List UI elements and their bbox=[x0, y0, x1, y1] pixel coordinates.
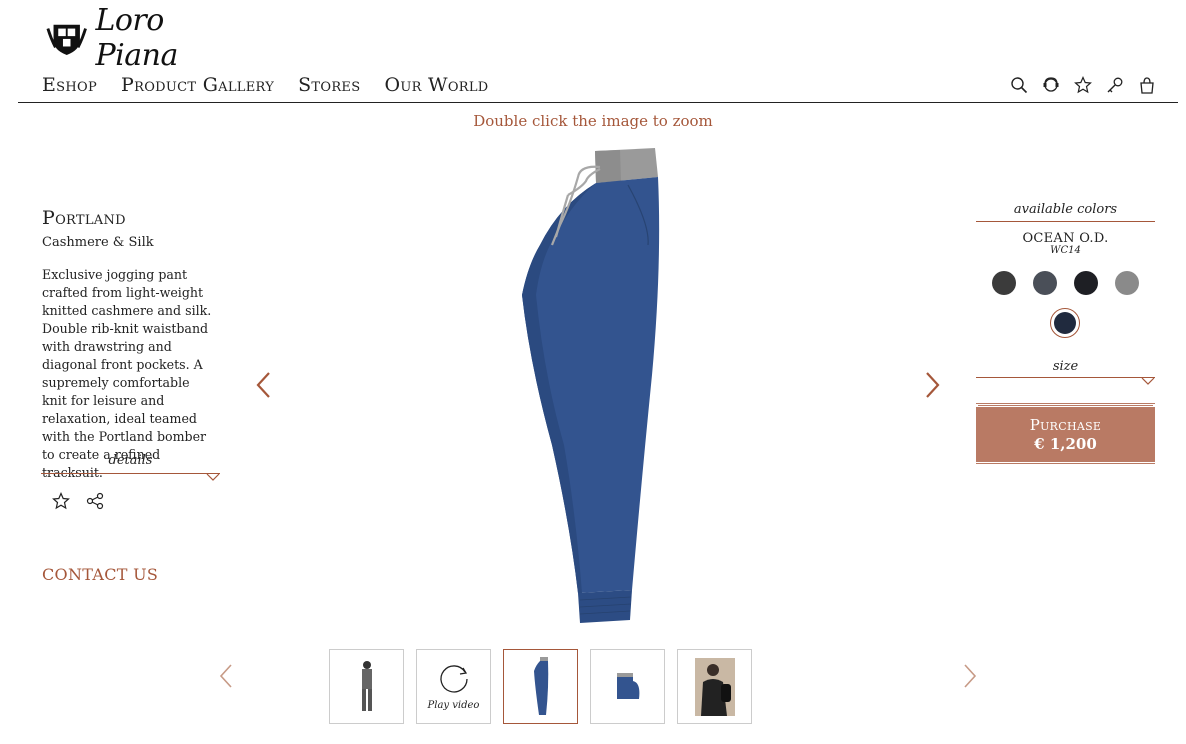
prev-image-arrow-icon[interactable] bbox=[254, 370, 274, 400]
product-description: Exclusive jogging pant crafted from ligh… bbox=[42, 267, 212, 480]
crest-icon bbox=[46, 24, 87, 55]
nav-product-gallery[interactable]: Product Gallery bbox=[121, 74, 274, 96]
zoom-hint: Double click the image to zoom bbox=[473, 112, 713, 130]
play-video-label: Play video bbox=[427, 700, 480, 711]
thumbnail-pants-folded[interactable] bbox=[590, 649, 665, 724]
product-material: Cashmere & Silk bbox=[42, 235, 154, 250]
play-video-icon bbox=[439, 665, 468, 693]
available-colors-label: available colors bbox=[976, 202, 1155, 222]
color-swatch[interactable] bbox=[1115, 271, 1139, 295]
product-image[interactable] bbox=[500, 145, 680, 627]
thumbnail-pants-side[interactable] bbox=[503, 649, 578, 724]
key-icon[interactable] bbox=[1106, 76, 1124, 94]
search-icon[interactable] bbox=[1010, 76, 1028, 94]
size-selector[interactable]: size bbox=[976, 359, 1155, 385]
thumbnail-model-full[interactable] bbox=[329, 649, 404, 724]
nav-eshop[interactable]: Eshop bbox=[42, 74, 97, 96]
chevron-down-icon bbox=[1141, 377, 1155, 385]
brand-logo[interactable]: Loro Piana bbox=[46, 3, 246, 73]
assistant-icon[interactable] bbox=[1042, 76, 1060, 94]
pants-folded-image bbox=[616, 672, 639, 699]
purchase-label: Purchase bbox=[1029, 416, 1102, 434]
thumbnail-play-video[interactable]: Play video bbox=[416, 649, 491, 724]
product-actions bbox=[52, 492, 104, 514]
purchase-button[interactable]: Purchase € 1,200 bbox=[976, 407, 1155, 462]
thumbs-prev-arrow-icon[interactable] bbox=[218, 663, 234, 689]
color-swatch[interactable] bbox=[1074, 271, 1098, 295]
pants-side-image bbox=[533, 656, 548, 715]
model-close-image bbox=[694, 657, 735, 716]
details-toggle[interactable]: details bbox=[41, 453, 220, 481]
selected-color-code: WC14 bbox=[1050, 245, 1081, 256]
nav-our-world[interactable]: Our World bbox=[384, 74, 488, 96]
selected-color-name: OCEAN O.D. bbox=[1022, 231, 1109, 246]
thumbs-next-arrow-icon[interactable] bbox=[962, 663, 978, 689]
size-label: size bbox=[1052, 359, 1079, 374]
share-icon[interactable] bbox=[86, 492, 104, 514]
wishlist-star-icon[interactable] bbox=[52, 492, 70, 514]
color-swatch[interactable] bbox=[992, 271, 1016, 295]
header-divider bbox=[18, 102, 1178, 103]
color-swatch-selected[interactable] bbox=[1050, 308, 1080, 338]
model-full-image bbox=[361, 660, 372, 711]
details-label: details bbox=[108, 453, 153, 468]
header-icons bbox=[1010, 76, 1156, 94]
purchase-border-bottom bbox=[976, 463, 1155, 464]
color-swatch-fill bbox=[1054, 312, 1076, 334]
chevron-down-icon bbox=[206, 473, 220, 481]
nav-stores[interactable]: Stores bbox=[298, 74, 360, 96]
star-icon[interactable] bbox=[1074, 76, 1092, 94]
next-image-arrow-icon[interactable] bbox=[922, 370, 942, 400]
color-swatch[interactable] bbox=[1033, 271, 1057, 295]
main-nav: Eshop Product Gallery Stores Our World bbox=[42, 74, 489, 96]
purchase-price: € 1,200 bbox=[1034, 435, 1097, 453]
bag-icon[interactable] bbox=[1138, 76, 1156, 94]
brand-name: Loro Piana bbox=[95, 3, 178, 73]
purchase-border-top bbox=[976, 403, 1155, 404]
contact-us-link[interactable]: CONTACT US bbox=[42, 565, 158, 584]
product-name: Portland bbox=[42, 207, 126, 229]
thumbnail-model-close[interactable] bbox=[677, 649, 752, 724]
